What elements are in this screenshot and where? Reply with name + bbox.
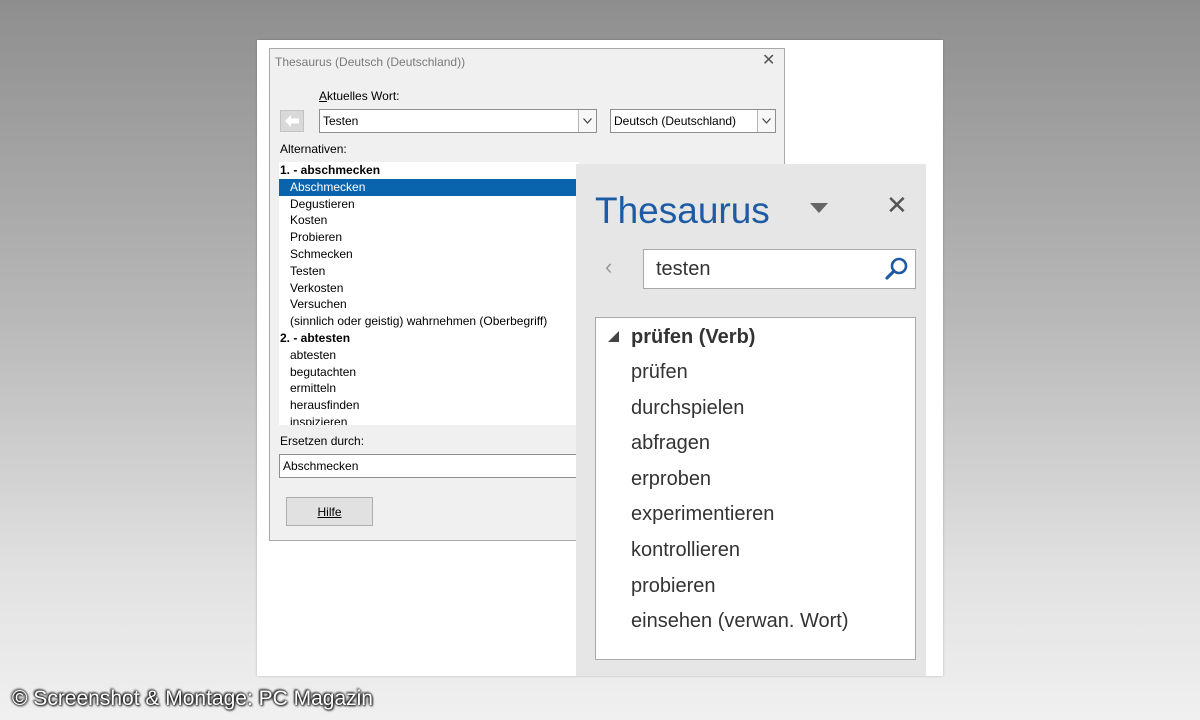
current-word-value: Testen xyxy=(323,114,359,128)
alternatives-list-item[interactable]: abtesten xyxy=(279,347,579,364)
search-icon[interactable] xyxy=(884,256,910,282)
dropdown-arrow-icon[interactable] xyxy=(757,110,775,132)
current-word-label-rest: ktuelles Wort: xyxy=(327,89,400,103)
chevron-left-icon[interactable]: ‹ xyxy=(605,256,612,278)
collapse-triangle-icon[interactable] xyxy=(608,331,619,342)
result-item[interactable]: abfragen xyxy=(631,432,710,455)
current-word-label: Aktuelles Wort: xyxy=(319,89,400,103)
alternatives-list-item[interactable]: ermitteln xyxy=(279,380,579,397)
result-item[interactable]: durchspielen xyxy=(631,397,744,420)
language-combo[interactable]: Deutsch (Deutschland) xyxy=(610,109,776,133)
alternatives-list[interactable]: 1. - abschmecken Abschmecken Degustieren Ko… xyxy=(279,162,579,425)
language-value: Deutsch (Deutschland) xyxy=(614,114,737,128)
back-button[interactable] xyxy=(280,110,304,132)
result-item[interactable]: einsehen (verwan. Wort) xyxy=(631,610,849,633)
current-word-combo[interactable]: Testen xyxy=(319,109,597,133)
result-item[interactable]: kontrollieren xyxy=(631,539,740,562)
alternatives-list-item[interactable]: begutachten xyxy=(279,364,579,381)
replace-input[interactable]: Abschmecken xyxy=(279,454,579,478)
result-item[interactable]: experimentieren xyxy=(631,503,774,526)
replace-value: Abschmecken xyxy=(283,459,359,473)
close-icon[interactable]: ✕ xyxy=(886,192,908,218)
alternatives-list-item[interactable]: Probieren xyxy=(279,229,579,246)
pane-options-icon[interactable] xyxy=(810,200,828,218)
alternatives-list-item[interactable]: Degustieren xyxy=(279,196,579,213)
result-group-heading[interactable]: prüfen (Verb) xyxy=(631,326,755,349)
dropdown-arrow-icon[interactable] xyxy=(578,110,596,132)
alternatives-list-item[interactable]: inspizieren xyxy=(279,414,579,425)
replace-label: Ersetzen durch: xyxy=(280,434,365,448)
dialog-title: Thesaurus (Deutsch (Deutschland)) xyxy=(275,55,466,69)
alternatives-list-item[interactable]: Schmecken xyxy=(279,246,579,263)
results-list[interactable]: prüfen (Verb) prüfen durchspielen abfragen… xyxy=(595,317,916,660)
alternatives-list-item[interactable]: Versuchen xyxy=(279,296,579,313)
alternatives-list-item[interactable]: Kosten xyxy=(279,212,579,229)
help-button-label: Hilfe xyxy=(317,504,342,519)
pane-title: Thesaurus xyxy=(595,190,770,231)
alternatives-list-item[interactable]: Abschmecken xyxy=(279,178,579,196)
alternatives-label: Alternativen: xyxy=(280,142,347,156)
search-input[interactable]: testen xyxy=(656,258,710,281)
alternatives-list-item[interactable]: Testen xyxy=(279,263,579,280)
result-item[interactable]: probieren xyxy=(631,575,716,598)
close-icon[interactable]: ✕ xyxy=(762,53,775,69)
thesaurus-pane: Thesaurus ✕ ‹ testen prüfen (Verb) prüfe… xyxy=(576,164,926,676)
alternatives-group-heading[interactable]: 2. - abtesten xyxy=(279,330,579,347)
result-item[interactable]: prüfen xyxy=(631,361,688,384)
copyright-notice: © Screenshot & Montage: PC Magazin xyxy=(12,687,373,710)
alternatives-list-item[interactable]: (sinnlich oder geistig) wahrnehmen (Ober… xyxy=(279,313,579,330)
result-item[interactable]: erproben xyxy=(631,468,711,491)
alternatives-list-item[interactable]: Verkosten xyxy=(279,280,579,297)
alternatives-list-item[interactable]: herausfinden xyxy=(279,397,579,414)
help-button[interactable]: Hilfe xyxy=(286,497,373,526)
alternatives-group-heading[interactable]: 1. - abschmecken xyxy=(279,162,579,179)
search-box[interactable]: testen xyxy=(643,249,916,289)
back-arrow-icon xyxy=(285,115,299,127)
